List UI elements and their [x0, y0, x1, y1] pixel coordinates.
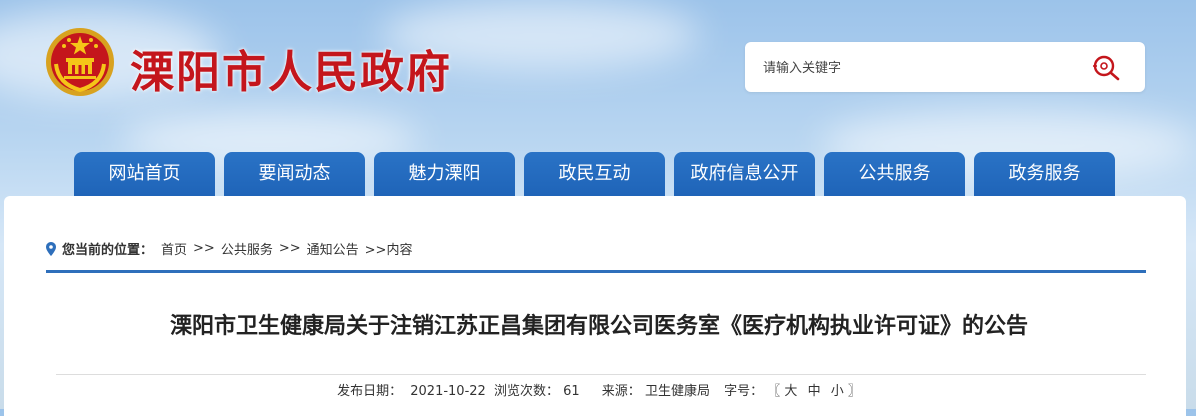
breadcrumb-separator: >>	[278, 241, 301, 256]
site-title[interactable]: 溧阳市人民政府	[130, 36, 452, 100]
source-value: 卫生健康局	[644, 384, 710, 399]
search-icon[interactable]	[1091, 53, 1123, 81]
breadcrumb-public-service-link[interactable]: 公共服务	[221, 239, 273, 258]
title-divider	[56, 374, 1146, 375]
search-input[interactable]	[761, 55, 1085, 81]
article-meta: 发布日期： 2021-10-22 浏览次数： 61 来源： 卫生健康局 字号： …	[4, 380, 1194, 399]
font-size-bracket-close: 〗	[847, 384, 861, 399]
breadcrumb-label: 您当前的位置：	[62, 243, 154, 258]
breadcrumb-divider	[46, 270, 1146, 273]
font-size-medium-button[interactable]: 中	[808, 380, 821, 399]
views-count: 61	[563, 384, 580, 399]
font-size-large-button[interactable]: 大	[784, 380, 797, 399]
nav-item-charm-liyang[interactable]: 魅力溧阳	[374, 152, 515, 196]
article-title: 溧阳市卫生健康局关于注销江苏正昌集团有限公司医务室《医疗机构执业许可证》的公告	[169, 314, 1028, 339]
breadcrumb-current: >>内容	[364, 243, 413, 258]
nav-item-gov-info[interactable]: 政府信息公开	[674, 152, 815, 196]
nav-item-gov-service[interactable]: 政务服务	[974, 152, 1115, 196]
nav-item-public-service[interactable]: 公共服务	[824, 152, 965, 196]
publish-date: 2021-10-22	[410, 384, 486, 399]
views-label: 浏览次数：	[493, 384, 559, 399]
breadcrumb-notices-link[interactable]: 通知公告	[307, 239, 359, 258]
source-label: 来源：	[601, 384, 641, 399]
site-header: 溧阳市人民政府 网站首页 要闻动态 魅力溧阳 政民互动 政府信息公开 公共服务 …	[0, 0, 1196, 196]
publish-date-label: 发布日期：	[337, 384, 403, 399]
breadcrumb-separator: >>	[193, 241, 215, 256]
breadcrumb-home-link[interactable]: 首页	[161, 239, 187, 258]
location-pin-icon	[46, 241, 56, 256]
main-nav: 网站首页 要闻动态 魅力溧阳 政民互动 政府信息公开 公共服务 政务服务	[74, 152, 1115, 196]
content-panel: 您当前的位置： 首页 >> 公共服务 >> 通知公告 >>内容 溧阳市卫生健康局…	[4, 196, 1186, 416]
nav-item-home[interactable]: 网站首页	[74, 152, 215, 196]
nav-item-interaction[interactable]: 政民互动	[524, 152, 665, 196]
font-size-bracket-open: 〖	[767, 384, 781, 399]
nav-item-news[interactable]: 要闻动态	[224, 152, 365, 196]
national-emblem-icon[interactable]	[42, 24, 118, 100]
font-size-small-button[interactable]: 小	[831, 380, 844, 399]
breadcrumb: 您当前的位置： 首页 >> 公共服务 >> 通知公告 >>内容	[46, 239, 412, 258]
font-size-label: 字号：	[724, 384, 764, 399]
search-box	[745, 42, 1145, 92]
